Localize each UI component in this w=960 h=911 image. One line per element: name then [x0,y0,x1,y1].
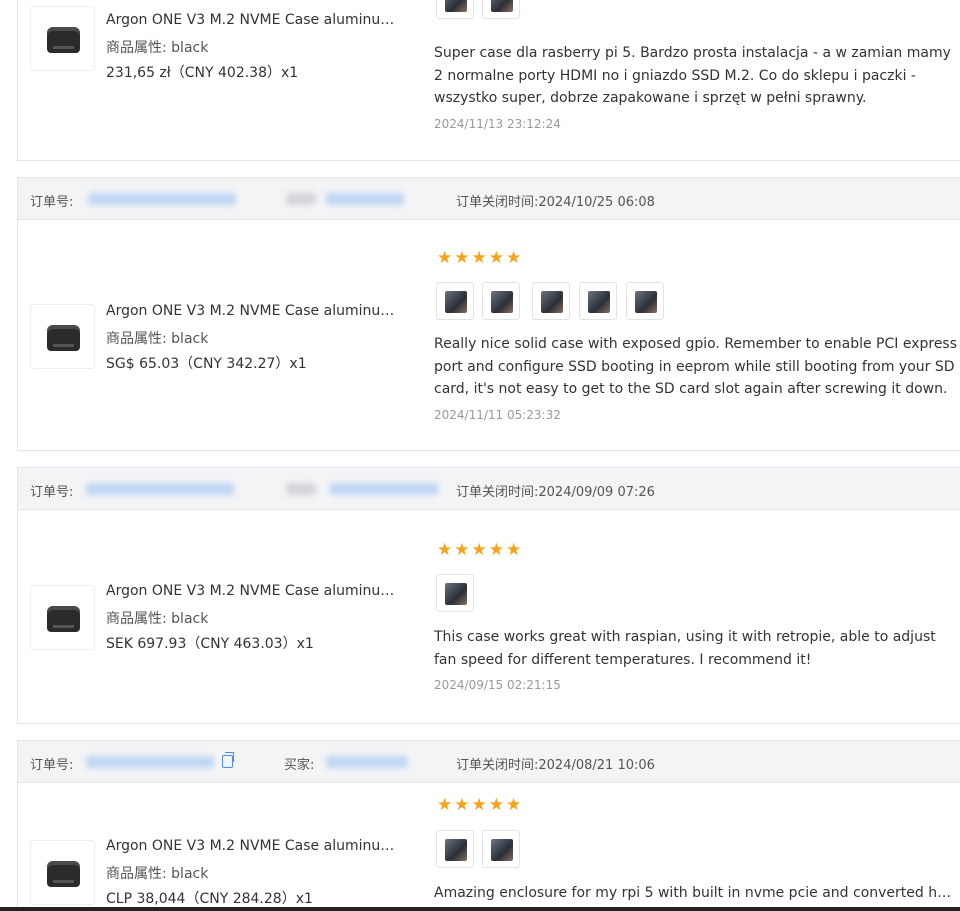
product-price: SEK 697.93（CNY 463.03）x1 [106,636,314,652]
product-title[interactable]: Argon ONE V3 M.2 NVME Case aluminum h... [106,583,406,599]
review-card: 订单号: 订单关闭时间:2024/10/25 06:08 ★★★★★ Argon… [17,177,960,451]
product-title[interactable]: Argon ONE V3 M.2 NVME Case aluminum h... [106,12,406,28]
order-header: 订单号: 买家: 订单关闭时间:2024/08/21 10:06 [18,741,960,783]
case-product-icon [47,861,80,887]
order-header: 订单号: 订单关闭时间:2024/10/25 06:08 [18,178,960,220]
review-photo[interactable] [436,282,474,320]
product-thumbnail[interactable] [30,585,95,650]
review-date: 2024/11/11 05:23:32 [434,408,561,422]
review-photo[interactable] [532,282,570,320]
review-photo[interactable] [436,830,474,868]
product-price: CLP 38,044（CNY 284.28）x1 [106,891,313,907]
order-header: 订单号: 订单关闭时间:2024/09/09 07:26 [18,468,960,510]
product-price: SG$ 65.03（CNY 342.27）x1 [106,356,307,372]
order-close-time: 订单关闭时间:2024/10/25 06:08 [456,195,655,210]
product-attribute: 商品属性: black [106,866,209,882]
case-product-icon [47,606,80,632]
product-price: 231,65 zł（CNY 402.38）x1 [106,65,299,81]
review-date: 2024/11/13 23:12:24 [434,117,561,131]
review-card: 订单号: 买家: 订单关闭时间:2024/08/21 10:06 ★★★★★ A… [17,740,960,911]
buyer-label: 买家: [284,758,315,773]
review-photo[interactable] [482,282,520,320]
review-photo[interactable] [436,574,474,612]
case-product-icon [47,27,80,53]
review-text: Really nice solid case with exposed gpio… [434,336,958,397]
order-close-time: 订单关闭时间:2024/08/21 10:06 [456,758,655,773]
star-rating: ★★★★★ [437,540,524,560]
review-photo[interactable] [482,0,520,19]
order-number-value[interactable] [86,483,234,495]
star-rating: ★★★★★ [437,248,524,268]
buyer-value[interactable] [326,193,404,205]
review-photo[interactable] [626,282,664,320]
order-number-value[interactable] [86,756,214,768]
product-attribute: 商品属性: black [106,40,209,56]
copy-icon[interactable] [222,752,234,768]
order-close-time: 订单关闭时间:2024/09/09 07:26 [456,485,655,500]
review-card: 订单号: 订单关闭时间:2024/09/09 07:26 ★★★★★ Argon… [17,467,960,724]
review-text: This case works great with raspian, usin… [434,629,936,668]
order-number-value[interactable] [88,193,236,205]
review-photo[interactable] [436,0,474,19]
star-rating: ★★★★★ [437,795,524,815]
buyer-label [286,193,316,205]
buyer-value[interactable] [326,756,408,768]
order-number-label: 订单号: [30,195,74,210]
product-thumbnail[interactable] [30,840,95,905]
review-photo[interactable] [482,830,520,868]
product-attribute: 商品属性: black [106,331,209,347]
review-text: Super case dla rasberry pi 5. Bardzo pro… [434,45,951,106]
order-number-label: 订单号: [30,485,74,500]
review-card: Argon ONE V3 M.2 NVME Case aluminum h...… [17,0,960,161]
review-date: 2024/09/15 02:21:15 [434,678,561,692]
buyer-label [286,483,316,495]
review-text: Amazing enclosure for my rpi 5 with buil… [434,885,959,901]
product-thumbnail[interactable] [30,304,95,369]
product-attribute: 商品属性: black [106,611,209,627]
review-photo[interactable] [579,282,617,320]
product-title[interactable]: Argon ONE V3 M.2 NVME Case aluminum h... [106,838,406,854]
order-number-label: 订单号: [30,758,74,773]
window-bottom-edge [0,907,960,911]
product-thumbnail[interactable] [30,6,95,71]
case-product-icon [47,325,80,351]
product-title[interactable]: Argon ONE V3 M.2 NVME Case aluminum h... [106,303,406,319]
buyer-value[interactable] [330,483,438,495]
